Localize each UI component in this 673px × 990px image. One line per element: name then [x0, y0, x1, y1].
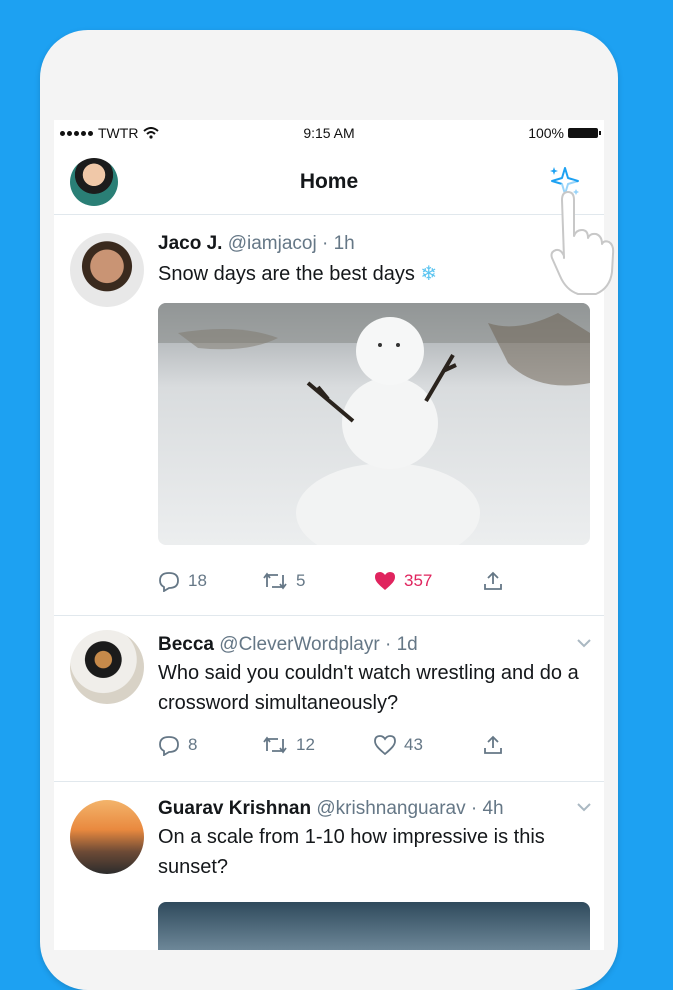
share-icon	[484, 571, 502, 590]
tweet-1[interactable]: Jaco J. @iamjacoj · 1h Snow days are the…	[54, 215, 604, 616]
tweet-actions: 18 5 357	[158, 570, 504, 592]
tweet-text: On a scale from 1-10 how impressive is t…	[158, 826, 545, 878]
tweet-header: Becca @CleverWordplayr · 1d	[158, 634, 418, 656]
reply-count: 18	[188, 571, 207, 590]
like-count: 43	[404, 735, 423, 754]
snowman-photo	[158, 303, 590, 545]
tweet-header: Guarav Krishnan @krishnanguarav · 4h	[158, 798, 504, 820]
clock: 9:15 AM	[303, 125, 355, 141]
retweet-count: 12	[296, 735, 315, 754]
handle[interactable]: @krishnanguarav	[316, 798, 465, 819]
tweet-text-body: Snow days are the best days	[158, 263, 415, 285]
tweet-3[interactable]: Guarav Krishnan @krishnanguarav · 4h On …	[54, 782, 604, 950]
separator: ·	[379, 634, 397, 655]
retweet-button[interactable]: 12	[262, 735, 374, 755]
tweet-image-sunset[interactable]	[158, 902, 590, 950]
battery-icon	[568, 128, 601, 138]
tweet-text: Who said you couldn't watch wrestling an…	[158, 662, 579, 714]
display-name[interactable]: Becca	[158, 634, 214, 655]
retweet-icon	[263, 572, 287, 590]
retweet-count: 5	[296, 571, 306, 590]
avatar[interactable]	[70, 233, 144, 307]
handle[interactable]: @iamjacoj	[228, 233, 317, 254]
heart-outline-icon	[374, 735, 396, 755]
share-icon	[484, 735, 502, 754]
like-count: 357	[404, 571, 433, 590]
tweet-actions: 8 12 43	[158, 734, 504, 756]
snowflake-emoji: ❄	[420, 263, 438, 285]
reply-icon	[159, 572, 179, 592]
reply-count: 8	[188, 735, 198, 754]
reply-button[interactable]: 18	[158, 570, 262, 592]
timestamp: 4h	[482, 798, 504, 819]
heart-filled-icon	[375, 572, 395, 590]
like-button[interactable]: 357	[374, 571, 482, 591]
battery-percent: 100%	[528, 125, 564, 141]
nav-bar: Home	[54, 148, 604, 215]
tweet-text: Snow days are the best days ❄	[158, 259, 437, 289]
timestamp: 1d	[396, 634, 418, 655]
display-name[interactable]: Jaco J.	[158, 233, 222, 254]
page-title: Home	[299, 170, 359, 193]
timestamp: 1h	[333, 233, 355, 254]
chevron-down-icon[interactable]	[576, 802, 592, 812]
tweet-header: Jaco J. @iamjacoj · 1h	[158, 233, 355, 255]
chevron-down-icon[interactable]	[576, 638, 592, 648]
retweet-button[interactable]: 5	[262, 571, 374, 591]
status-bar: TWTR 9:15 AM 100%	[54, 120, 604, 148]
share-button[interactable]	[482, 570, 504, 592]
tap-hand-icon	[550, 180, 615, 295]
handle[interactable]: @CleverWordplayr	[219, 634, 379, 655]
retweet-icon	[263, 736, 287, 754]
reply-icon	[159, 736, 179, 756]
battery-group: 100%	[528, 125, 601, 141]
separator: ·	[465, 798, 483, 819]
display-name[interactable]: Guarav Krishnan	[158, 798, 311, 819]
like-button[interactable]: 43	[374, 735, 482, 755]
tweet-image-snowman[interactable]	[158, 303, 590, 545]
avatar[interactable]	[70, 800, 144, 874]
separator: ·	[316, 233, 334, 254]
avatar[interactable]	[70, 630, 144, 704]
reply-button[interactable]: 8	[158, 734, 262, 756]
screen: TWTR 9:15 AM 100% Home Jaco J. @iamjacoj…	[54, 120, 604, 950]
share-button[interactable]	[482, 734, 504, 756]
tweet-2[interactable]: Becca @CleverWordplayr · 1d Who said you…	[54, 616, 604, 782]
